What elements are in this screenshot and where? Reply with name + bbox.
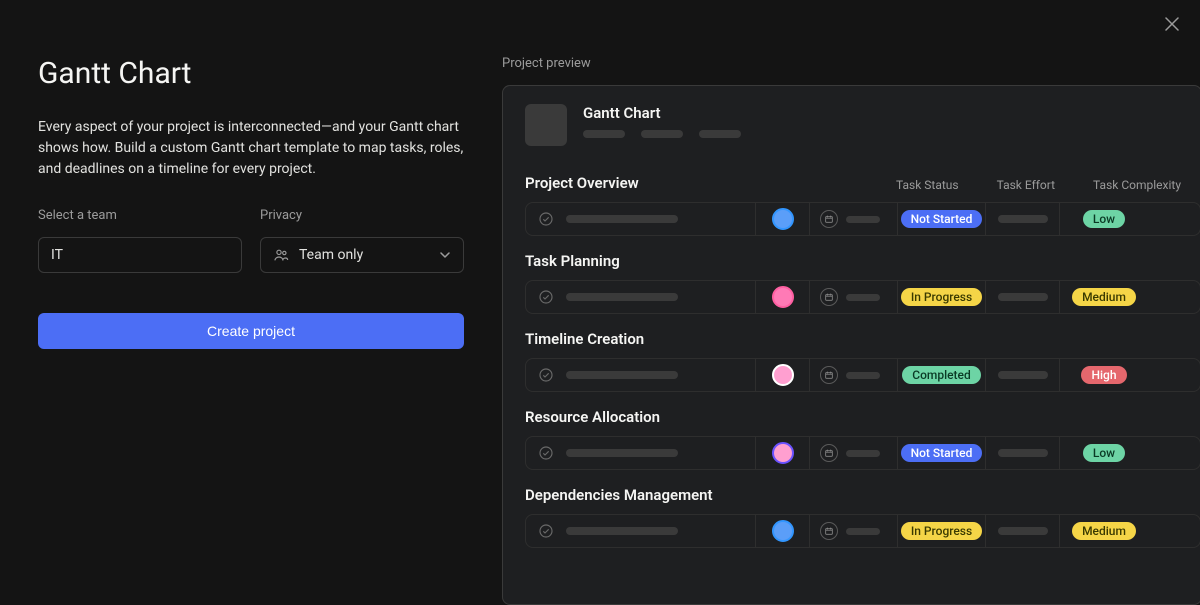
section-title: Dependencies Management [525,486,713,504]
privacy-select[interactable]: Team only [260,237,464,273]
team-input-value: IT [51,247,63,263]
check-circle-icon[interactable] [538,211,554,227]
complexity-badge[interactable]: Low [1083,444,1125,462]
project-thumbnail [525,104,567,146]
col-effort: Task Effort [997,178,1055,192]
status-badge[interactable]: Completed [902,366,981,384]
task-row[interactable]: In Progress Medium [525,514,1200,548]
calendar-icon[interactable] [820,288,838,306]
people-icon [273,247,289,263]
preview-card: Gantt Chart Project Overview Task Status T… [502,85,1200,605]
complexity-badge[interactable]: High [1081,366,1126,384]
check-circle-icon[interactable] [538,289,554,305]
effort-placeholder [998,371,1048,379]
task-row[interactable]: In Progress Medium [525,280,1200,314]
date-placeholder [846,372,880,379]
calendar-icon[interactable] [820,210,838,228]
status-badge[interactable]: Not Started [901,210,983,228]
assignee-avatar[interactable] [772,520,794,542]
section-block: Resource AllocationTask StatusTask Effor… [525,408,1200,470]
assignee-avatar[interactable] [772,364,794,386]
calendar-icon[interactable] [820,366,838,384]
create-project-button[interactable]: Create project [38,313,464,349]
meta-placeholder [699,130,741,138]
task-row[interactable]: Completed High [525,358,1200,392]
left-panel: Gantt Chart Every aspect of your project… [0,0,502,594]
team-label: Select a team [38,208,242,223]
complexity-badge[interactable]: Medium [1072,522,1136,540]
check-circle-icon[interactable] [538,445,554,461]
status-badge[interactable]: In Progress [901,288,982,306]
preview-label: Project preview [502,56,1200,71]
assignee-avatar[interactable] [772,286,794,308]
section-title: Resource Allocation [525,408,660,426]
page-title: Gantt Chart [38,56,464,91]
status-badge[interactable]: Not Started [901,444,983,462]
col-complexity: Task Complexity [1093,178,1181,192]
calendar-icon[interactable] [820,522,838,540]
check-circle-icon[interactable] [538,367,554,383]
complexity-badge[interactable]: Low [1083,210,1125,228]
section-title: Timeline Creation [525,330,644,348]
assignee-avatar[interactable] [772,442,794,464]
complexity-badge[interactable]: Medium [1072,288,1136,306]
chevron-down-icon [439,249,451,261]
effort-placeholder [998,527,1048,535]
task-name-placeholder [566,215,678,223]
right-panel: Project preview Gantt Chart Project Over… [502,0,1200,594]
date-placeholder [846,216,880,223]
calendar-icon[interactable] [820,444,838,462]
section-block: Project Overview Task Status Task Effort Ta… [525,174,1200,236]
status-badge[interactable]: In Progress [901,522,982,540]
assignee-avatar[interactable] [772,208,794,230]
template-description: Every aspect of your project is intercon… [38,117,464,180]
check-circle-icon[interactable] [538,523,554,539]
date-placeholder [846,450,880,457]
task-name-placeholder [566,371,678,379]
task-row[interactable]: Not Started Low [525,202,1200,236]
privacy-label: Privacy [260,208,464,223]
meta-placeholder [583,130,625,138]
task-name-placeholder [566,527,678,535]
privacy-value: Team only [299,247,363,263]
effort-placeholder [998,293,1048,301]
preview-title: Gantt Chart [583,104,741,122]
team-input[interactable]: IT [38,237,242,273]
effort-placeholder [998,215,1048,223]
meta-placeholder [641,130,683,138]
col-status: Task Status [896,178,959,192]
section-block: Timeline CreationTask StatusTask EffortT… [525,330,1200,392]
task-name-placeholder [566,293,678,301]
section-title: Project Overview [525,174,639,192]
task-name-placeholder [566,449,678,457]
date-placeholder [846,528,880,535]
task-row[interactable]: Not Started Low [525,436,1200,470]
section-block: Dependencies ManagementTask StatusTask E… [525,486,1200,548]
date-placeholder [846,294,880,301]
section-title: Task Planning [525,252,620,270]
effort-placeholder [998,449,1048,457]
section-block: Task PlanningTask StatusTask EffortTask … [525,252,1200,314]
